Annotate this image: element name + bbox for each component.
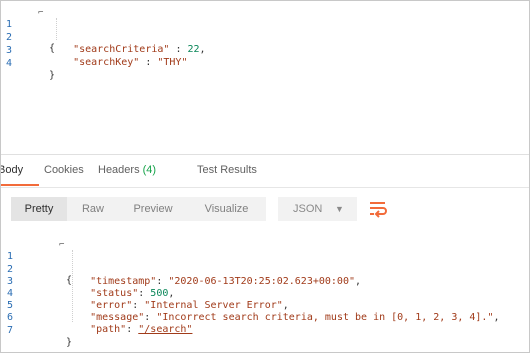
response-tabs: Body Cookies Headers (4) Test Results [1, 154, 529, 188]
view-mode-group: Pretty Raw Preview Visualize [11, 197, 266, 221]
code-token: , [355, 276, 362, 287]
format-select-value: JSON [293, 203, 323, 215]
code-text: "message": "Incorrect search criteria, m… [66, 312, 500, 324]
code-token: : [139, 57, 158, 68]
code-token: , [199, 44, 206, 55]
code-token: : [132, 300, 145, 311]
code-line: 7 } [1, 313, 72, 348]
code-line: 4 } [1, 46, 55, 81]
code-token: "error" [66, 300, 133, 311]
code-token: } [66, 337, 73, 348]
code-text: "status": 500, [66, 288, 174, 300]
tab-body[interactable]: Body [1, 164, 23, 176]
code-token: } [49, 70, 56, 81]
code-line: 5 "message": "Incorrect search criteria,… [1, 288, 500, 323]
code-text: "searchCriteria" : 22, [49, 44, 206, 56]
tab-cookies[interactable]: Cookies [44, 164, 84, 176]
code-token: "path" [66, 324, 127, 335]
fold-icon[interactable]: ⌐ [59, 240, 65, 250]
pretty-button[interactable]: Pretty [11, 197, 67, 221]
format-select[interactable]: JSON ▼ [278, 197, 357, 221]
code-line: 1 ⌐ { [1, 239, 72, 286]
code-text: "error": "Internal Server Error", [66, 300, 289, 312]
code-token: : [126, 324, 139, 335]
code-token: "searchKey" [49, 57, 140, 68]
active-tab-indicator [1, 184, 39, 186]
tab-headers[interactable]: Headers (4) [98, 164, 156, 176]
code-token: , [282, 300, 289, 311]
code-token: : [169, 44, 188, 55]
code-token: 22 [187, 44, 200, 55]
code-text: "timestamp": "2020-06-13T20:25:02.623+00… [66, 276, 361, 288]
code-token: "2020-06-13T20:25:02.623+00:00" [168, 276, 355, 287]
code-text: "path": "/search" [66, 324, 192, 336]
preview-button[interactable]: Preview [119, 197, 187, 221]
headers-count: (4) [142, 164, 157, 176]
chevron-down-icon: ▼ [335, 204, 344, 214]
code-token: "searchCriteria" [49, 44, 170, 55]
code-line: 3 "searchKey" : "THY" [1, 33, 187, 68]
code-line: 6 "path": "/search" [1, 300, 192, 335]
raw-button[interactable]: Raw [67, 197, 119, 221]
response-view-toolbar: Pretty Raw Preview Visualize JSON ▼ [1, 190, 529, 230]
visualize-button[interactable]: Visualize [187, 197, 266, 221]
code-token: 500 [150, 288, 169, 299]
code-token: "/search" [138, 324, 193, 335]
code-text: } [49, 70, 55, 82]
code-token: , [493, 312, 500, 323]
code-token: : [144, 312, 157, 323]
tab-headers-label: Headers [98, 164, 140, 176]
indent-guide [56, 18, 58, 40]
line-number: 7 [7, 325, 14, 336]
code-token: : [138, 288, 151, 299]
response-body-viewer[interactable]: 1 ⌐ { 2 "timestamp": "2020-06-13T20:25:0… [1, 237, 529, 352]
code-text: } [66, 337, 72, 349]
line-number: 4 [6, 58, 13, 69]
code-token: , [168, 288, 175, 299]
code-token: "status" [66, 288, 139, 299]
code-token: : [156, 276, 169, 287]
code-line: 3 "status": 500, [1, 264, 174, 299]
postman-panel: 1 ⌐ { 2 "searchCriteria" : 22, 3 "search… [0, 0, 530, 353]
code-token: "timestamp" [66, 276, 157, 287]
code-line: 2 "timestamp": "2020-06-13T20:25:02.623+… [1, 252, 361, 287]
code-token: "THY" [157, 57, 188, 68]
wrap-lines-button[interactable] [366, 197, 390, 221]
wrap-lines-icon [370, 202, 387, 218]
code-line: 1 ⌐ { [1, 7, 55, 54]
code-line: 4 "error": "Internal Server Error", [1, 276, 289, 311]
code-token: "Internal Server Error" [144, 300, 283, 311]
code-token: "Incorrect search criteria, must be in [… [156, 312, 494, 323]
code-line: 2 "searchCriteria" : 22, [1, 20, 206, 55]
code-token: "message" [66, 312, 145, 323]
tab-test-results[interactable]: Test Results [197, 164, 257, 176]
fold-icon[interactable]: ⌐ [38, 8, 44, 18]
code-text: "searchKey" : "THY" [49, 57, 187, 69]
request-body-editor[interactable]: 1 ⌐ { 2 "searchCriteria" : 22, 3 "search… [1, 3, 529, 153]
